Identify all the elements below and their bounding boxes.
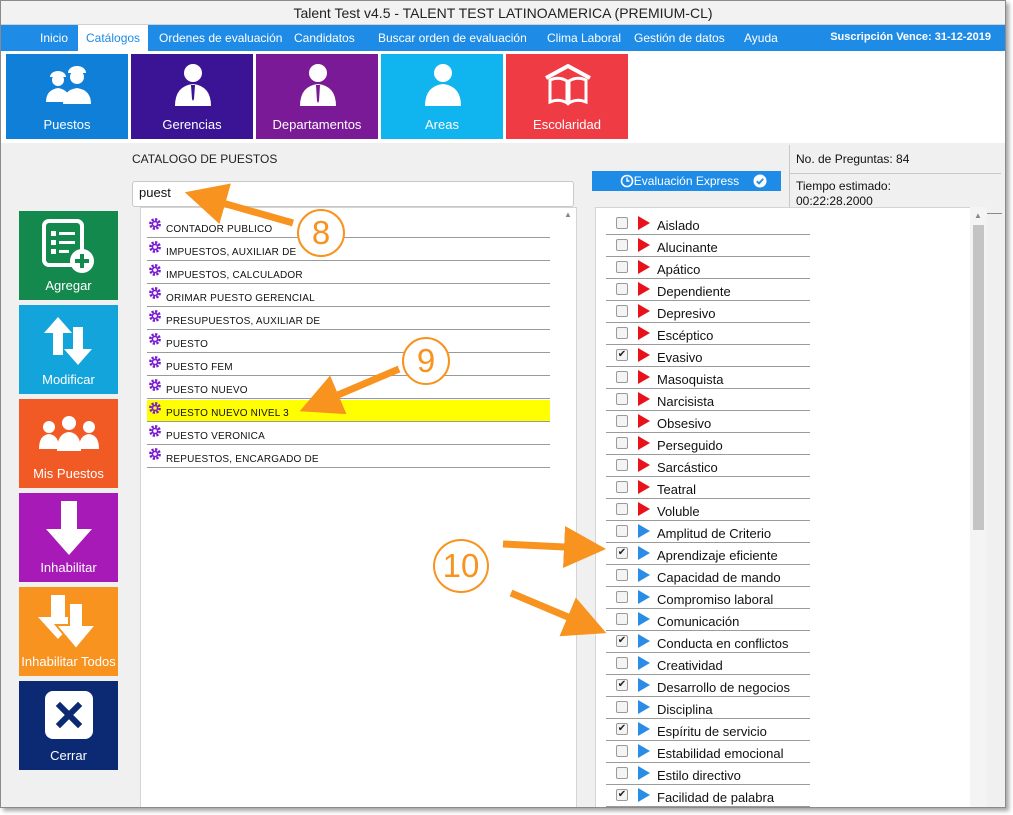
callout-9: 9 <box>402 337 450 385</box>
callout-10-arrow-a <box>502 526 606 568</box>
annotation-arrows <box>184 183 607 637</box>
callout-8: 8 <box>297 209 345 257</box>
callout-8-arrow <box>184 183 294 227</box>
callout-10-arrow-b <box>509 589 607 637</box>
app-window: Talent Test v4.5 - TALENT TEST LATINOAME… <box>0 0 1006 808</box>
callout-10: 10 <box>433 539 489 593</box>
callout-9-arrow <box>299 365 401 415</box>
